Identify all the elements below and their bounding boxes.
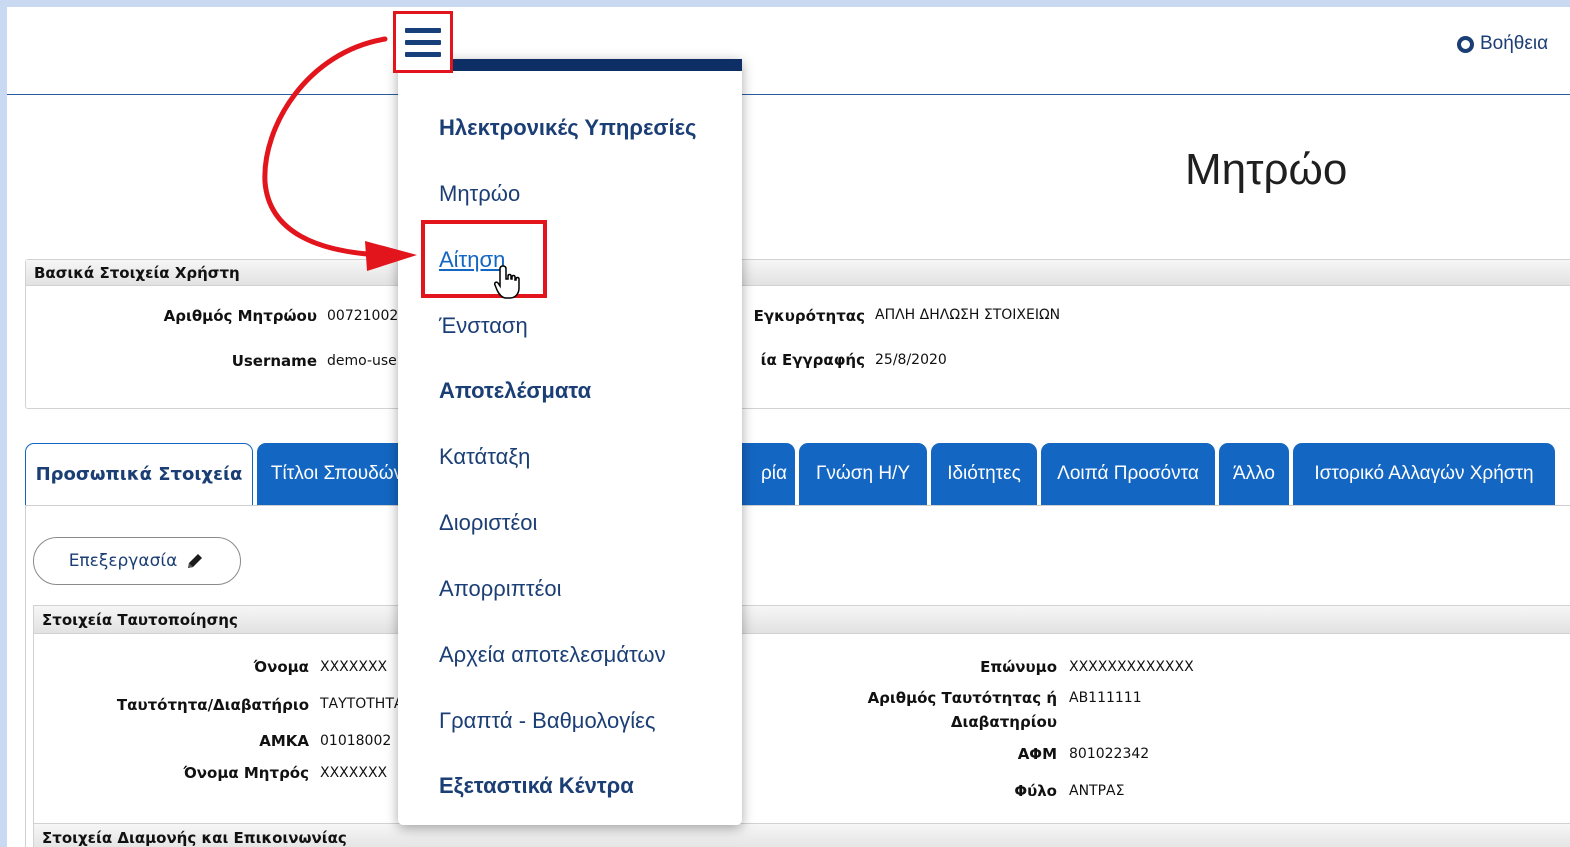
menu-item-appointees[interactable]: Διοριστέοι: [439, 510, 537, 536]
id-type-label: Ταυτότητα/Διαβατήριο: [116, 696, 309, 714]
username-label: Username: [231, 352, 317, 370]
pencil-icon: [188, 554, 203, 568]
registration-date-value: 25/8/2020: [875, 352, 947, 368]
amka-label: ΑΜΚΑ: [259, 732, 309, 750]
help-label: Βοήθεια: [1480, 33, 1549, 54]
tab-change-history[interactable]: Ιστορικό Αλλαγών Χρήστη: [1293, 443, 1555, 505]
hamburger-icon: [405, 27, 441, 33]
residence-title: Στοιχεία Διαμονής και Επικοινωνίας: [34, 824, 1570, 847]
hamburger-menu-button[interactable]: [393, 11, 453, 73]
id-type-value: ΤΑΥΤΟΤΗΤΑ: [320, 696, 404, 712]
registry-number-value: 00721002: [327, 308, 399, 324]
basic-info-panel: Βασικά Στοιχεία Χρήστη: [25, 259, 1570, 409]
tab-degrees[interactable]: Τίτλοι Σπουδών: [257, 443, 417, 505]
menu-item-objection[interactable]: Ένσταση: [439, 313, 528, 339]
amka-value: 01018002: [320, 733, 392, 749]
app-frame: Βοήθεια Μητρώο Βασικά Στοιχεία Χρήστη Αρ…: [7, 7, 1570, 847]
tab-other-qualifications[interactable]: Λοιπά Προσόντα: [1041, 443, 1215, 505]
id-number-value: AB111111: [1069, 690, 1142, 706]
first-name-value: XXXXXXX: [320, 659, 388, 675]
header-divider: [7, 94, 1570, 95]
id-number-label-line2: Διαβατηρίου: [950, 713, 1057, 731]
hand-cursor-icon: [494, 265, 520, 299]
menu-item-rejected[interactable]: Απορριπτέοι: [439, 576, 562, 602]
hamburger-icon-bar: [405, 39, 441, 45]
tab-bar: Προσωπικά Στοιχεία Τίτλοι Σπουδών ρία Γν…: [25, 443, 1570, 505]
edit-button-label: Επεξεργασία: [68, 551, 178, 571]
menu-item-ranking[interactable]: Κατάταξη: [439, 444, 530, 470]
id-number-label-line1: Αριθμός Ταυτότητας ή: [867, 689, 1057, 707]
highlight-box-application: [421, 220, 547, 298]
gender-label: Φύλο: [1014, 782, 1057, 800]
validity-label: Εγκυρότητας: [753, 307, 865, 325]
afm-value: 801022342: [1069, 746, 1150, 762]
edit-button[interactable]: Επεξεργασία: [33, 537, 241, 585]
page-title: Μητρώο: [1185, 145, 1348, 194]
basic-info-title: Βασικά Στοιχεία Χρήστη: [26, 260, 1570, 286]
menu-item-written-grades[interactable]: Γραπτά - Βαθμολογίες: [439, 708, 656, 734]
residence-panel: Στοιχεία Διαμονής και Επικοινωνίας: [33, 823, 1570, 847]
validity-value: ΑΠΛΗ ΔΗΛΩΣΗ ΣΤΟΙΧΕΙΩΝ: [875, 307, 1061, 323]
menu-heading-eservices: Ηλεκτρονικές Υπηρεσίες: [439, 115, 697, 140]
afm-label: ΑΦΜ: [1017, 745, 1057, 763]
menu-item-registry[interactable]: Μητρώο: [439, 181, 520, 207]
gender-value: ΑΝΤΡΑΣ: [1069, 783, 1125, 799]
hamburger-icon-bar: [405, 51, 441, 57]
identification-title: Στοιχεία Ταυτοποίησης: [34, 606, 1570, 634]
tab-other[interactable]: Άλλο: [1219, 443, 1289, 505]
identification-panel: Στοιχεία Ταυτοποίησης: [33, 605, 1570, 825]
tab-properties[interactable]: Ιδιότητες: [931, 443, 1037, 505]
tab-personal-info[interactable]: Προσωπικά Στοιχεία: [25, 443, 253, 505]
username-value: demo-user: [327, 353, 403, 369]
lifebuoy-icon: [1457, 35, 1474, 53]
main-nav-menu: Ηλεκτρονικές Υπηρεσίες Μητρώο Αίτηση Ένσ…: [398, 59, 742, 825]
menu-item-result-files[interactable]: Αρχεία αποτελεσμάτων: [439, 642, 666, 668]
surname-label: Επώνυμο: [980, 658, 1057, 676]
tab-computer-skills[interactable]: Γνώση Η/Υ: [799, 443, 927, 505]
first-name-label: Όνομα: [253, 658, 309, 676]
registration-date-label: ία Εγγραφής: [760, 351, 865, 369]
menu-heading-results: Αποτελέσματα: [439, 378, 592, 403]
mother-name-label: Όνομα Μητρός: [183, 764, 309, 782]
menu-item-exam-centers[interactable]: Εξεταστικά Κέντρα: [439, 773, 634, 799]
registry-number-label: Αριθμός Μητρώου: [163, 307, 317, 325]
help-link[interactable]: Βοήθεια: [1457, 33, 1548, 55]
surname-value: XXXXXXXXXXXXX: [1069, 659, 1194, 675]
mother-name-value: XXXXXXX: [320, 765, 388, 781]
